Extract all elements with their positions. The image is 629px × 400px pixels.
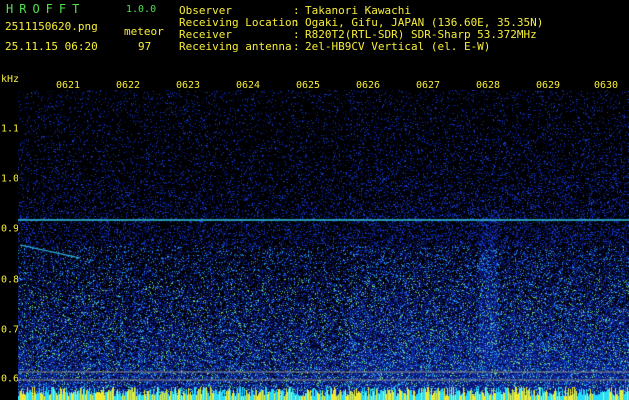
spectrogram-canvas: [18, 90, 629, 400]
y-axis-unit: kHz: [1, 74, 20, 85]
y-tick-label: 1.1: [1, 123, 20, 135]
antenna-value: 2el-HB9CV Vertical (el. E-W): [305, 40, 491, 53]
y-tick-label: 0.8: [1, 274, 20, 286]
app-logo: HROFFT: [6, 2, 86, 16]
antenna-label: Receiving antenna: [179, 40, 292, 53]
header-panel: HROFFT 1.0.0 2511150620.png 25.11.15 06:…: [0, 0, 629, 72]
antenna-colon: :: [293, 40, 300, 53]
y-tick-label: 0.9: [1, 223, 20, 235]
detection-count: 97: [138, 40, 152, 53]
y-tick-label: 1.0: [1, 173, 20, 185]
y-tick-label: 0.7: [1, 324, 20, 336]
file-name: 2511150620.png: [5, 20, 98, 33]
spectrogram-panel: kHz 0621 0622 0623 0624 0625 0626 0627 0…: [0, 72, 629, 400]
app-version: 1.0.0: [126, 4, 157, 15]
file-datetime: 25.11.15 06:20: [5, 40, 98, 53]
detection-label: meteor: [124, 25, 164, 38]
y-tick-label: 0.6: [1, 373, 20, 385]
